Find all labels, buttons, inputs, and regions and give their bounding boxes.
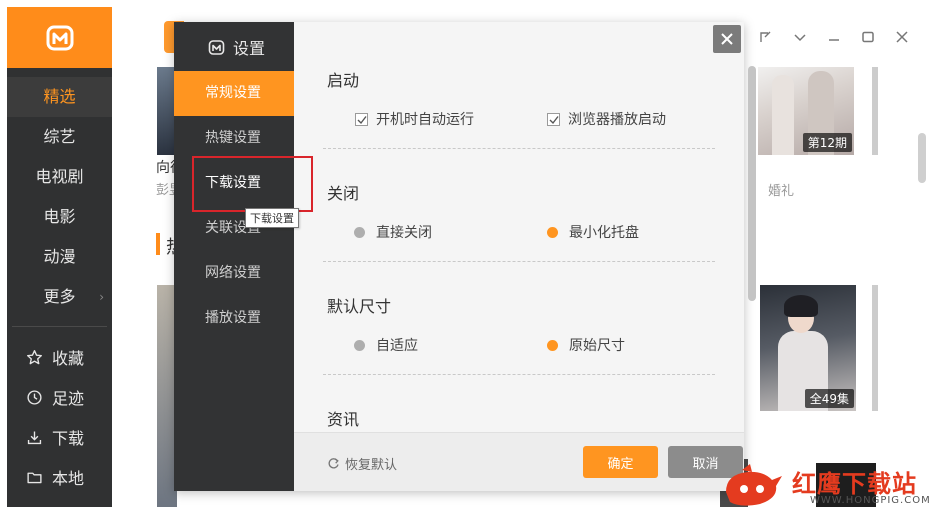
annotation-highlight-box xyxy=(192,156,313,212)
section-title-startup: 启动 xyxy=(327,71,360,90)
side-nav-label: 综艺 xyxy=(43,127,76,146)
section-title-close: 关闭 xyxy=(327,184,360,203)
episode-badge: 第12期 xyxy=(802,133,852,152)
close-minimize-option[interactable]: 最小化托盘 xyxy=(547,222,639,242)
settings-tab-general[interactable]: 常规设置 xyxy=(174,71,294,116)
section-divider xyxy=(323,148,715,149)
size-adaptive-option[interactable]: 自适应 xyxy=(354,335,418,355)
side-nav-variety[interactable]: 综艺 xyxy=(7,117,112,157)
download-icon xyxy=(27,431,42,444)
chevron-right-icon: › xyxy=(99,290,104,304)
side-tool-local[interactable]: 本地 xyxy=(7,457,112,497)
app-sidebar: 精选 综艺 电视剧 电影 动漫 更多 › 收藏 足迹 下载 本地 xyxy=(7,7,112,507)
main-scrollbar[interactable] xyxy=(918,133,926,183)
browser-launch-checkbox[interactable] xyxy=(547,112,560,126)
refresh-icon xyxy=(328,458,339,469)
side-nav-tv[interactable]: 电视剧 xyxy=(7,157,112,197)
side-tool-label: 下载 xyxy=(52,429,85,448)
mango-logo-icon xyxy=(46,25,73,50)
watermark-url: WWW.HONGPIG.COM xyxy=(810,495,931,506)
side-nav-label: 更多 xyxy=(43,287,76,306)
star-icon xyxy=(27,349,42,364)
side-tool-favorites[interactable]: 收藏 xyxy=(7,337,112,377)
side-nav-featured[interactable]: 精选 xyxy=(7,77,112,117)
tooltip: 下载设置 xyxy=(245,208,299,228)
skin-icon[interactable] xyxy=(756,27,776,47)
side-nav-label: 电影 xyxy=(43,207,76,226)
side-nav-label: 精选 xyxy=(43,87,76,106)
thumbnail-figure xyxy=(784,295,818,317)
window-controls xyxy=(756,27,912,47)
video-thumbnail[interactable] xyxy=(872,67,878,155)
option-label: 原始尺寸 xyxy=(569,338,625,354)
ok-button[interactable]: 确定 xyxy=(583,446,658,478)
option-label: 开机时自动运行 xyxy=(376,112,474,128)
settings-tab-hotkey[interactable]: 热键设置 xyxy=(174,116,294,161)
section-title-size: 默认尺寸 xyxy=(327,297,392,316)
settings-title: 设置 xyxy=(174,32,294,62)
autostart-checkbox[interactable] xyxy=(355,112,368,126)
side-tool-downloads[interactable]: 下载 xyxy=(7,417,112,457)
app-logo[interactable] xyxy=(7,7,112,68)
mango-logo-icon xyxy=(208,39,225,55)
video-thumbnail[interactable]: 全49集 xyxy=(760,285,856,411)
checkmark-icon xyxy=(549,115,559,124)
chevron-down-icon[interactable] xyxy=(790,27,810,47)
side-tool-label: 足迹 xyxy=(52,389,85,408)
close-direct-option[interactable]: 直接关闭 xyxy=(354,222,432,242)
section-divider xyxy=(323,374,715,375)
settings-nav: 设置 常规设置 热键设置 下载设置 关联设置 网络设置 播放设置 xyxy=(174,22,294,491)
thumbnail-figure xyxy=(772,75,794,155)
side-nav-movie[interactable]: 电影 xyxy=(7,197,112,237)
option-label: 浏览器播放启动 xyxy=(568,112,666,128)
side-nav-more[interactable]: 更多 › xyxy=(7,277,112,317)
minimize-icon[interactable] xyxy=(824,27,844,47)
close-direct-radio[interactable] xyxy=(354,226,365,238)
restore-label: 恢复默认 xyxy=(345,458,398,473)
side-tool-label: 收藏 xyxy=(52,349,85,368)
window-close-icon[interactable] xyxy=(892,27,912,47)
checkmark-icon xyxy=(357,115,367,124)
side-nav: 精选 综艺 电视剧 电影 动漫 更多 › xyxy=(7,77,112,317)
option-label: 自适应 xyxy=(376,338,418,354)
side-nav-label: 动漫 xyxy=(43,247,76,266)
restore-defaults-button[interactable]: 恢复默认 xyxy=(327,454,397,473)
settings-content: 启动 开机时自动运行 浏览器播放启动 关闭 直接关闭 最小化托盘 默认尺寸 自适… xyxy=(294,22,744,432)
side-nav-anime[interactable]: 动漫 xyxy=(7,237,112,277)
section-accent-bar xyxy=(156,233,160,255)
section-title-news: 资讯 xyxy=(327,410,360,429)
settings-footer: 恢复默认 确定 取消 xyxy=(294,432,744,491)
size-original-radio[interactable] xyxy=(547,339,558,351)
clock-icon xyxy=(27,389,42,405)
video-thumbnail[interactable]: 第12期 xyxy=(758,67,854,155)
close-icon xyxy=(721,33,733,45)
side-tool-label: 本地 xyxy=(52,469,85,488)
sidebar-divider xyxy=(12,326,107,327)
episode-badge: 全49集 xyxy=(804,389,854,408)
close-minimize-radio[interactable] xyxy=(547,226,558,238)
option-label: 最小化托盘 xyxy=(569,225,639,241)
side-tools: 收藏 足迹 下载 本地 xyxy=(7,337,112,497)
side-tool-history[interactable]: 足迹 xyxy=(7,377,112,417)
settings-scrollbar[interactable] xyxy=(748,66,756,301)
watermark: 红鹰下载站 WWW.HONGPIG.COM xyxy=(718,458,932,512)
browser-launch-option[interactable]: 浏览器播放启动 xyxy=(547,109,666,129)
settings-dialog: 设置 常规设置 热键设置 下载设置 关联设置 网络设置 播放设置 启动 开机时自… xyxy=(174,22,756,491)
autostart-option[interactable]: 开机时自动运行 xyxy=(355,109,474,129)
maximize-icon[interactable] xyxy=(858,27,878,47)
dialog-close-button[interactable] xyxy=(713,25,741,53)
watermark-text: 红鹰下载站 xyxy=(792,470,917,498)
option-label: 直接关闭 xyxy=(376,225,432,241)
size-adaptive-radio[interactable] xyxy=(354,339,365,351)
folder-icon xyxy=(27,472,42,483)
size-original-option[interactable]: 原始尺寸 xyxy=(547,335,625,355)
settings-title-text: 设置 xyxy=(233,39,266,58)
side-nav-label: 电视剧 xyxy=(35,167,84,186)
section-divider xyxy=(323,261,715,262)
settings-tab-playback[interactable]: 播放设置 xyxy=(174,296,294,341)
settings-tab-network[interactable]: 网络设置 xyxy=(174,251,294,296)
watermark-logo-icon xyxy=(726,464,782,506)
video-thumbnail[interactable] xyxy=(872,285,878,411)
